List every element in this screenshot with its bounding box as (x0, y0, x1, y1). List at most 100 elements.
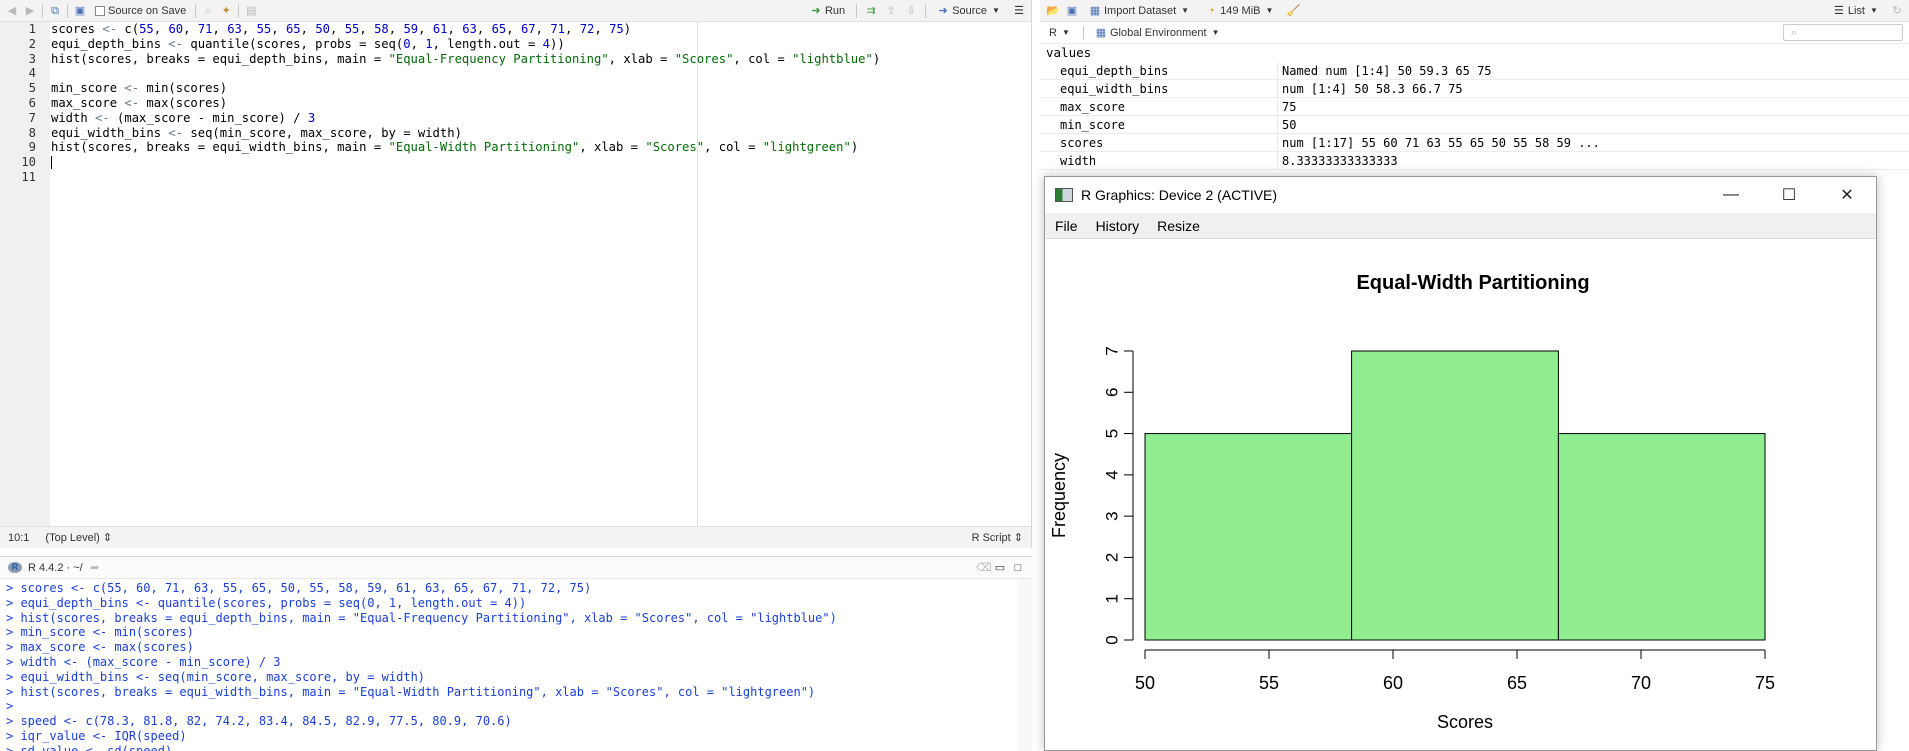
code-line[interactable]: hist(scores, breaks = equi_depth_bins, m… (51, 52, 1031, 67)
maximize-window-icon[interactable]: ☐ (1760, 177, 1818, 213)
scope-selector[interactable]: (Top Level) ⇕ (45, 531, 112, 544)
code-token: 55 (344, 22, 360, 36)
console-pane: R R 4.4.2 · ~/ ➦ ⌫ ▭ □ > scores <- c(55,… (0, 556, 1032, 751)
code-token: , (476, 22, 492, 36)
search-icon[interactable]: ⌕ (202, 5, 214, 17)
outline-menu-icon[interactable]: ☰ (1013, 5, 1025, 17)
code-token: , (535, 22, 551, 36)
code-line[interactable]: equi_depth_bins <- quantile(scores, prob… (51, 37, 1031, 52)
go-to-directory-icon[interactable]: ➦ (89, 562, 101, 574)
console-line: > sd_value <- sd(speed) (6, 743, 173, 751)
variable-name: max_score (1040, 98, 1278, 115)
code-token: 61 (432, 22, 448, 36)
import-dataset-button[interactable]: ▦ Import Dataset ▼ (1086, 2, 1194, 20)
code-line[interactable]: min_score <- min(scores) (51, 81, 1031, 96)
code-token: , (418, 22, 433, 36)
source-button[interactable]: ➜ Source ▼ (934, 2, 1005, 20)
graphics-title-bar[interactable]: R Graphics: Device 2 (ACTIVE) — ☐ ✕ (1045, 177, 1876, 213)
code-line[interactable]: max_score <- max(scores) (51, 96, 1031, 111)
code-area[interactable]: scores <- c(55, 60, 71, 63, 55, 65, 50, … (51, 22, 1031, 526)
go-to-previous-section-icon[interactable]: ⇧ (885, 5, 897, 17)
code-token: , col = (733, 51, 793, 66)
x-tick-label: 55 (1259, 673, 1279, 693)
rerun-icon[interactable]: ⇉ (865, 5, 877, 17)
environment-row[interactable]: min_score 50 (1040, 116, 1909, 134)
console-header: R R 4.4.2 · ~/ ➦ ⌫ ▭ □ (0, 557, 1032, 579)
code-token: , xlab = (579, 140, 646, 155)
menu-file[interactable]: File (1055, 218, 1078, 234)
console-line: > hist(scores, breaks = equi_width_bins,… (6, 684, 816, 699)
memory-usage-button[interactable]: ◔ 149 MiB ▼ (1202, 2, 1278, 20)
code-token: 71 (550, 22, 566, 36)
back-arrow-icon[interactable]: ◀ (6, 5, 18, 17)
run-button[interactable]: ➜ Run (807, 2, 848, 20)
console-scrollbar[interactable] (1018, 579, 1032, 751)
clear-console-broom-icon[interactable]: ⌫ (976, 562, 992, 574)
variable-value: Named num [1:4] 50 59.3 65 75 (1282, 64, 1492, 78)
compile-report-icon[interactable]: ▤ (245, 5, 257, 17)
close-window-icon[interactable]: ✕ (1818, 177, 1876, 213)
environment-row[interactable]: width 8.33333333333333 (1040, 152, 1909, 170)
console-line: > (6, 699, 14, 714)
x-tick-label: 60 (1383, 673, 1403, 693)
clear-workspace-broom-icon[interactable]: 🧹 (1287, 5, 1301, 17)
code-line[interactable]: scores <- c(55, 60, 71, 63, 55, 65, 50, … (51, 22, 1031, 37)
save-workspace-icon[interactable]: ▣ (1066, 5, 1078, 17)
code-token: "lightblue" (792, 51, 873, 66)
code-token: , (183, 22, 198, 36)
toolbar-divider (925, 3, 927, 18)
save-icon[interactable]: ▣ (74, 5, 86, 17)
minimize-window-icon[interactable]: — (1702, 177, 1760, 213)
chevron-down-icon: ▼ (1265, 5, 1274, 15)
environment-scope-selector[interactable]: ▦ Global Environment ▼ (1092, 24, 1225, 42)
console-output[interactable]: > scores <- c(55, 60, 71, 63, 55, 65, 50… (0, 579, 1032, 751)
toolbar-divider (238, 3, 240, 18)
file-type-selector[interactable]: R Script ⇕ (972, 531, 1023, 544)
source-on-save-toggle[interactable]: Source on Save (92, 2, 189, 20)
environment-row[interactable]: scores num [1:17] 55 60 71 63 55 65 50 55… (1040, 134, 1909, 152)
source-arrow-icon: ➜ (938, 4, 948, 17)
minimize-pane-icon[interactable]: ▭ (994, 562, 1006, 574)
forward-arrow-icon[interactable]: ▶ (24, 5, 36, 17)
line-number: 6 (28, 95, 36, 110)
code-line[interactable]: width <- (max_score - min_score) / 3 (51, 111, 1031, 126)
maximize-pane-icon[interactable]: □ (1012, 562, 1024, 574)
code-line[interactable] (51, 66, 1031, 81)
code-token: width (51, 110, 96, 125)
view-mode-button[interactable]: ☰ List ▼ (1830, 2, 1883, 20)
table-icon: ▦ (1089, 4, 1101, 17)
show-in-window-icon[interactable]: ⧉ (49, 5, 61, 17)
view-mode-label: List (1847, 4, 1865, 17)
code-line[interactable]: hist(scores, breaks = equi_width_bins, m… (51, 140, 1031, 155)
line-number: 11 (21, 169, 36, 184)
menu-history[interactable]: History (1096, 218, 1140, 234)
code-line[interactable] (51, 170, 1031, 185)
source-on-save-checkbox[interactable] (95, 5, 105, 16)
code-tools-wand-icon[interactable]: ✦ (220, 5, 232, 17)
open-folder-icon[interactable]: 📂 (1046, 5, 1060, 17)
code-token: , (212, 22, 228, 36)
code-line[interactable] (51, 155, 1031, 170)
environment-pane: 📂 ▣ ▦ Import Dataset ▼ ◔ 149 MiB ▼ 🧹 ☰ L… (1040, 0, 1909, 180)
y-tick-label: 6 (1102, 388, 1121, 397)
menu-resize[interactable]: Resize (1157, 218, 1200, 234)
go-to-next-section-icon[interactable]: ⇩ (905, 5, 917, 17)
code-token: 65 (491, 22, 507, 36)
console-line: > speed <- c(78.3, 81.8, 82, 74.2, 83.4,… (6, 714, 512, 729)
code-token: ) (850, 140, 859, 155)
code-token: , col = (704, 140, 763, 155)
x-axis-label: Scores (1437, 712, 1493, 732)
code-token: scores (51, 22, 103, 36)
code-token: 0 (403, 36, 411, 51)
chevron-down-icon: ▼ (1181, 5, 1190, 15)
language-selector[interactable]: R ▼ (1046, 24, 1075, 42)
environment-row[interactable]: equi_width_bins num [1:4] 50 58.3 66.7 75 (1040, 80, 1909, 98)
environment-search-input[interactable]: ⌕ (1783, 24, 1903, 41)
environment-row[interactable]: max_score 75 (1040, 98, 1909, 116)
y-tick-label: 2 (1102, 553, 1121, 562)
code-line[interactable]: equi_width_bins <- seq(min_score, max_sc… (51, 126, 1031, 141)
y-axis-label: Frequency (1049, 453, 1069, 538)
refresh-icon[interactable]: ↻ (1891, 5, 1903, 17)
line-number-gutter: 1 2 3 4 5 6 7 8 9 10 11 (0, 22, 50, 526)
environment-row[interactable]: equi_depth_bins Named num [1:4] 50 59.3 6… (1040, 62, 1909, 80)
